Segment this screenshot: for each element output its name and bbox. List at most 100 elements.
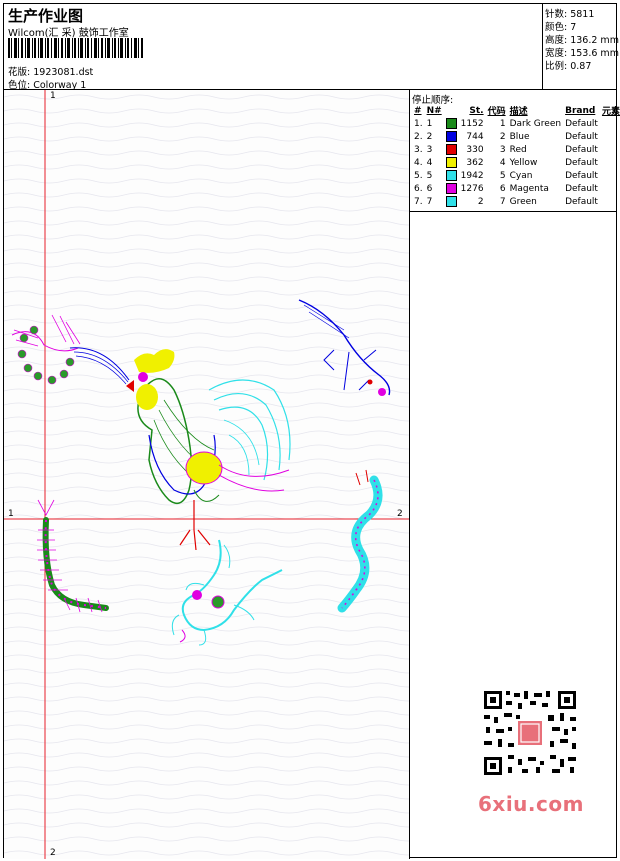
row-element bbox=[600, 117, 620, 130]
row-description: Dark Green bbox=[509, 118, 562, 129]
color-row: 6. 6 1276 6 Magenta Default bbox=[412, 182, 620, 195]
row-code: 7 bbox=[499, 196, 506, 207]
row-code: 2 bbox=[499, 131, 506, 142]
production-worksheet: 生产作业图 Wilcom(汇 采) 鼓饰工作室 花版: 1923081.dst … bbox=[3, 3, 620, 859]
row-brand: Default bbox=[565, 131, 598, 142]
row-brand: Default bbox=[565, 157, 598, 168]
row-swatch bbox=[444, 156, 459, 169]
row-index: 2. bbox=[414, 131, 423, 142]
page-title: 生产作业图 bbox=[8, 7, 84, 25]
watermark-logo: 6xiu.com bbox=[478, 792, 584, 816]
row-swatch bbox=[444, 117, 459, 130]
col-header-needle: N# bbox=[426, 105, 442, 116]
row-stitches: 2 bbox=[477, 196, 484, 207]
row-element bbox=[600, 143, 620, 156]
color-sequence-table: # N# St. 代码 描述 Brand 元素 1. 1 1152 1 Dark Gre… bbox=[412, 104, 620, 208]
row-code: 6 bbox=[499, 183, 506, 194]
v-axis-bottom-label: 2 bbox=[50, 848, 56, 858]
panel-divider bbox=[410, 211, 616, 212]
color-row: 1. 1 1152 1 Dark Green Default bbox=[412, 117, 620, 130]
header-info-panel: 生产作业图 Wilcom(汇 采) 鼓饰工作室 花版: 1923081.dst … bbox=[4, 4, 543, 91]
col-header-index: # bbox=[414, 105, 422, 116]
row-brand: Default bbox=[565, 144, 598, 155]
qr-code-image bbox=[472, 687, 584, 779]
row-needle: 5 bbox=[426, 170, 433, 181]
col-header-swatch bbox=[444, 104, 459, 117]
row-swatch bbox=[444, 130, 459, 143]
color-swatch bbox=[445, 144, 457, 155]
row-brand: Default bbox=[565, 118, 598, 129]
row-stitches: 1276 bbox=[460, 183, 484, 194]
row-element bbox=[600, 169, 620, 182]
color-row: 4. 4 362 4 Yellow Default bbox=[412, 156, 620, 169]
color-row: 3. 3 330 3 Red Default bbox=[412, 143, 620, 156]
row-needle: 2 bbox=[426, 131, 433, 142]
row-code: 1 bbox=[499, 118, 506, 129]
row-stitches: 330 bbox=[466, 144, 484, 155]
row-element bbox=[600, 156, 620, 169]
row-index: 3. bbox=[414, 144, 423, 155]
color-swatch bbox=[445, 183, 457, 194]
design-height: 高度: 136.2 mm bbox=[545, 35, 619, 46]
row-needle: 7 bbox=[426, 196, 433, 207]
color-swatch bbox=[445, 196, 457, 207]
color-row: 7. 7 2 7 Green Default bbox=[412, 195, 620, 208]
row-stitches: 1152 bbox=[460, 118, 484, 129]
row-stitches: 744 bbox=[466, 131, 484, 142]
color-row: 5. 5 1942 5 Cyan Default bbox=[412, 169, 620, 182]
row-index: 6. bbox=[414, 183, 423, 194]
row-code: 4 bbox=[499, 157, 506, 168]
row-brand: Default bbox=[565, 170, 598, 181]
row-swatch bbox=[444, 195, 459, 208]
row-swatch bbox=[444, 169, 459, 182]
stitch-count: 针数: 5811 bbox=[545, 9, 595, 20]
color-row: 2. 2 744 2 Blue Default bbox=[412, 130, 620, 143]
row-description: Magenta bbox=[509, 183, 549, 194]
design-width: 宽度: 153.6 mm bbox=[545, 48, 619, 59]
colorway-row: 色位: Colorway 1 bbox=[8, 77, 86, 91]
row-needle: 4 bbox=[426, 157, 433, 168]
row-description: Green bbox=[509, 196, 537, 207]
col-header-element: 元素 bbox=[601, 107, 620, 117]
embroidery-design bbox=[4, 90, 409, 859]
row-swatch bbox=[444, 143, 459, 156]
row-element bbox=[600, 182, 620, 195]
barcode-image bbox=[8, 38, 143, 58]
color-swatch bbox=[445, 118, 457, 129]
row-index: 5. bbox=[414, 170, 423, 181]
company-name: Wilcom(汇 采) 鼓饰工作室 bbox=[8, 28, 129, 39]
row-brand: Default bbox=[565, 183, 598, 194]
h-axis-left-label: 1 bbox=[8, 509, 14, 519]
col-header-code: 代码 bbox=[487, 107, 506, 117]
row-description: Yellow bbox=[509, 157, 538, 168]
col-header-brand: Brand bbox=[565, 105, 596, 116]
row-brand: Default bbox=[565, 196, 598, 207]
row-description: Blue bbox=[509, 131, 530, 142]
col-header-description: 描述 bbox=[509, 107, 528, 117]
row-code: 5 bbox=[499, 170, 506, 181]
row-needle: 1 bbox=[426, 118, 433, 129]
scale-ratio: 比例: 0.87 bbox=[545, 61, 592, 72]
design-file-row: 花版: 1923081.dst bbox=[8, 64, 93, 78]
row-swatch bbox=[444, 182, 459, 195]
row-stitches: 1942 bbox=[460, 170, 484, 181]
row-needle: 3 bbox=[426, 144, 433, 155]
h-axis-right-label: 2 bbox=[397, 509, 403, 519]
color-swatch bbox=[445, 157, 457, 168]
row-stitches: 362 bbox=[466, 157, 484, 168]
color-count: 颜色: 7 bbox=[545, 22, 577, 33]
row-description: Cyan bbox=[509, 170, 533, 181]
row-needle: 6 bbox=[426, 183, 433, 194]
row-index: 4. bbox=[414, 157, 423, 168]
design-preview-canvas: 1 2 1 2 bbox=[4, 90, 410, 859]
row-code: 3 bbox=[499, 144, 506, 155]
row-description: Red bbox=[509, 144, 527, 155]
color-swatch bbox=[445, 170, 457, 181]
stats-panel: 针数: 5811 颜色: 7 高度: 136.2 mm 宽度: 153.6 mm… bbox=[542, 4, 619, 90]
color-swatch bbox=[445, 131, 457, 142]
row-index: 1. bbox=[414, 118, 423, 129]
col-header-stitches: St. bbox=[469, 105, 484, 116]
row-element bbox=[600, 130, 620, 143]
table-header-row: # N# St. 代码 描述 Brand 元素 bbox=[412, 104, 620, 118]
row-element bbox=[600, 195, 620, 208]
